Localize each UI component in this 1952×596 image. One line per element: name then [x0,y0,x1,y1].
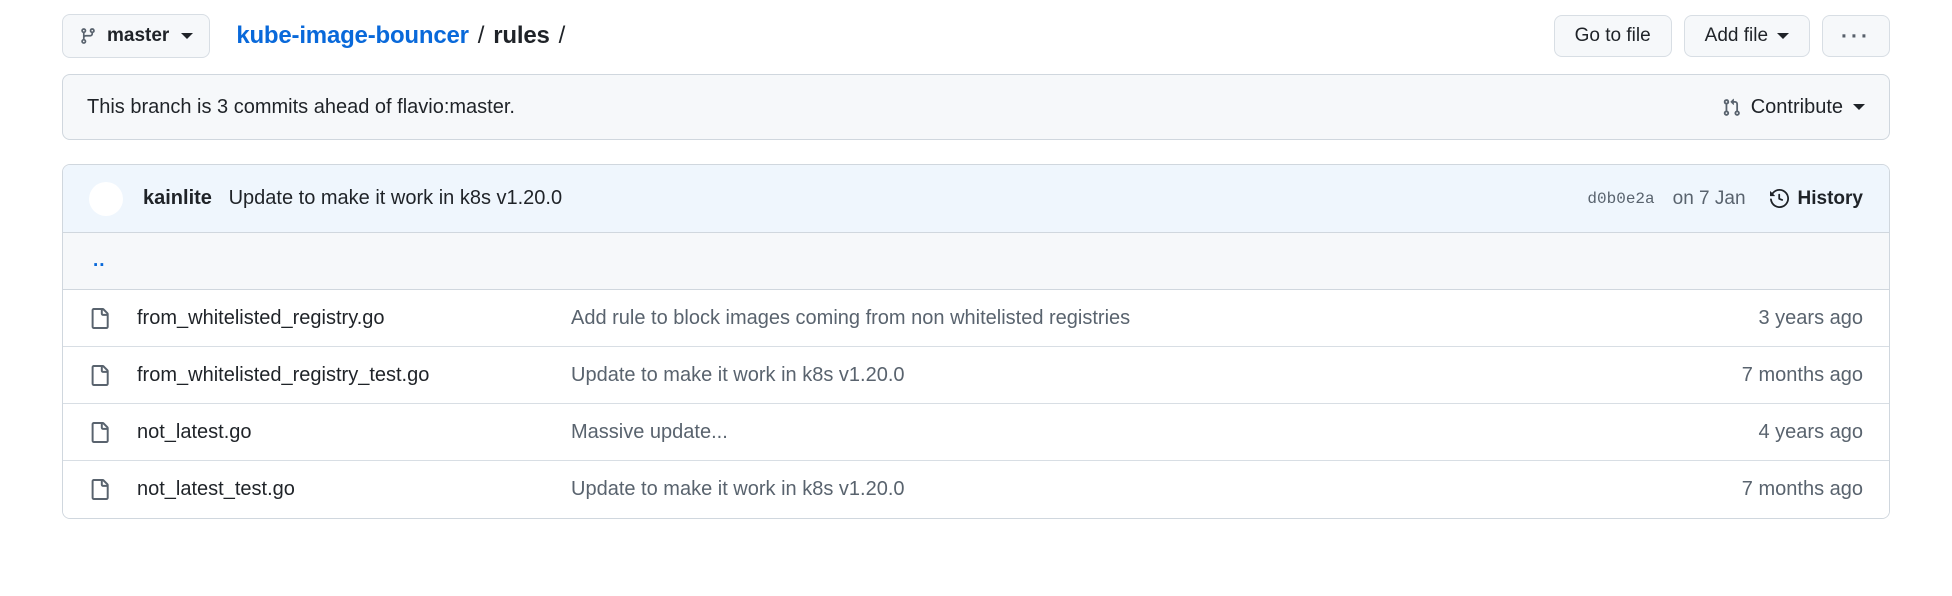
file-icon [89,307,110,329]
commit-sha-link[interactable]: d0b0e2a [1587,190,1654,208]
file-commit-message-link[interactable]: Add rule to block images coming from non… [557,307,1738,330]
avatar[interactable] [89,181,123,216]
file-name-link[interactable]: not_latest_test.go [135,478,557,501]
file-age: 4 years ago [1758,420,1863,443]
git-pull-request-icon [1722,98,1741,117]
breadcrumb-separator-1: / [477,22,485,49]
file-age: 3 years ago [1758,306,1863,329]
breadcrumb-separator-2: / [558,22,566,49]
file-icon [89,364,110,386]
table-row[interactable]: not_latest_test.go Update to make it wor… [63,461,1889,518]
history-label: History [1797,187,1863,209]
file-age: 7 months ago [1741,363,1863,386]
file-icon [89,421,110,443]
contribute-button[interactable]: Contribute [1722,96,1865,119]
latest-commit-right: d0b0e2a on 7 Jan History [1587,188,1863,210]
go-to-file-button[interactable]: Go to file [1553,15,1672,57]
commit-author-link[interactable]: kainlite [143,187,212,209]
commit-date: on 7 Jan [1672,187,1746,209]
file-name-link[interactable]: from_whitelisted_registry_test.go [135,364,557,387]
contribute-label: Contribute [1750,95,1843,118]
go-to-file-label: Go to file [1574,25,1651,46]
latest-commit-meta: kainlite Update to make it work in k8s v… [143,187,562,210]
file-icon-cell [89,364,135,386]
kebab-icon: ··· [1841,24,1871,48]
file-commit-message-link[interactable]: Massive update... [557,421,1738,444]
branch-status-text: This branch is 3 commits ahead of flavio… [87,95,515,118]
file-name-link[interactable]: from_whitelisted_registry.go [135,307,557,330]
branch-selector-button[interactable]: master [62,14,211,58]
table-row[interactable]: from_whitelisted_registry_test.go Update… [63,347,1889,404]
file-icon-cell [89,479,135,500]
file-icon-cell [89,421,135,443]
file-icon-cell [89,307,135,329]
parent-directory-row[interactable]: .. [63,233,1889,290]
commit-message-link[interactable]: Update to make it work in k8s v1.20.0 [229,187,563,209]
file-rows-container: from_whitelisted_registry.go Add rule to… [63,290,1889,518]
file-commit-message-link[interactable]: Update to make it work in k8s v1.20.0 [557,478,1722,501]
breadcrumb-repo-link[interactable]: kube-image-bouncer [236,22,469,50]
parent-directory-link[interactable]: .. [89,250,106,272]
more-options-button[interactable]: ··· [1822,15,1890,57]
breadcrumb: kube-image-bouncer / rules / [236,22,574,50]
history-clock-icon [1769,189,1789,208]
file-icon [89,479,110,500]
repo-file-browser: master kube-image-bouncer / rules / Go t… [0,0,1952,596]
file-table: kainlite Update to make it work in k8s v… [62,164,1890,519]
table-row[interactable]: not_latest.go Massive update... 4 years … [63,404,1889,461]
file-commit-message-link[interactable]: Update to make it work in k8s v1.20.0 [557,364,1722,387]
git-branch-icon [79,27,97,45]
file-age: 7 months ago [1741,478,1863,500]
branch-selector-label: master [107,25,170,46]
file-name-link[interactable]: not_latest.go [135,421,557,444]
chevron-down-icon [1853,104,1865,110]
header-actions: Go to file Add file ··· [1553,15,1890,57]
chevron-down-icon [1777,33,1790,39]
breadcrumb-current-dir[interactable]: rules [493,22,550,50]
table-row[interactable]: from_whitelisted_registry.go Add rule to… [63,290,1889,347]
latest-commit-bar: kainlite Update to make it work in k8s v… [63,165,1889,233]
repo-header: master kube-image-bouncer / rules / Go t… [62,0,1890,64]
history-link[interactable]: History [1769,187,1863,210]
chevron-down-icon [181,33,194,39]
add-file-button[interactable]: Add file [1683,15,1811,57]
branch-status-banner: This branch is 3 commits ahead of flavio… [62,74,1890,140]
add-file-label: Add file [1704,25,1769,46]
